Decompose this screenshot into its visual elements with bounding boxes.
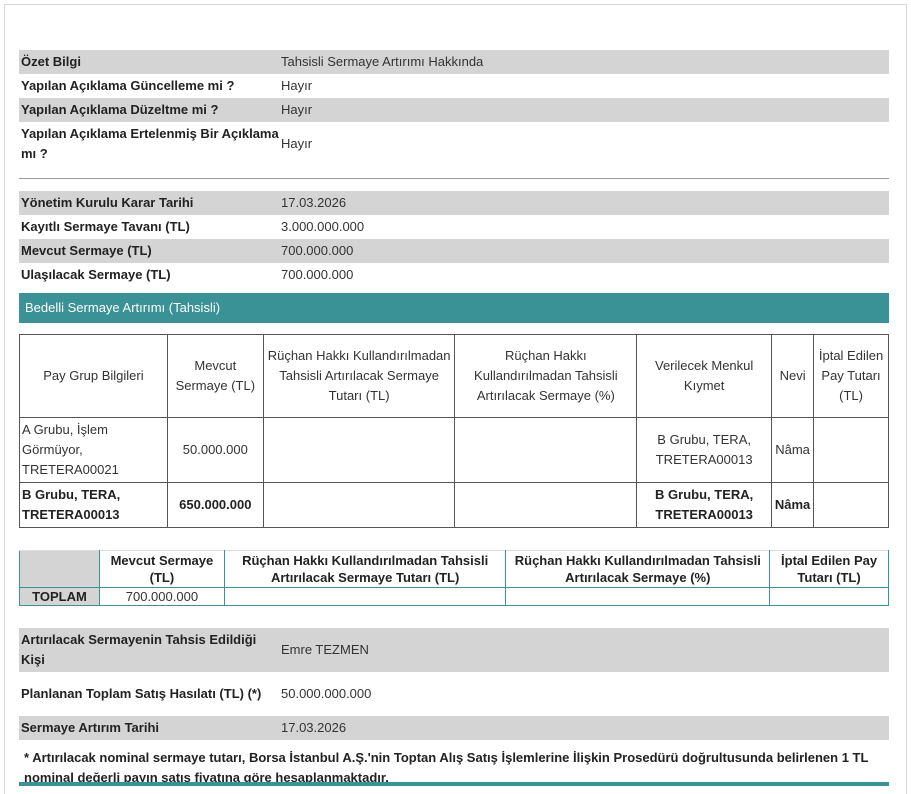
allocated-person-key: Artırılacak Sermayenin Tahsis Edildiği K… bbox=[21, 632, 257, 667]
table-cell bbox=[262, 417, 456, 483]
deferred-value: Hayır bbox=[281, 136, 313, 151]
correction-key: Yapılan Açıklama Düzeltme mi ? bbox=[21, 102, 219, 117]
footnote: * Artırılacak nominal sermaye tutarı, Bo… bbox=[24, 750, 869, 785]
table-cell bbox=[769, 587, 889, 606]
total-header-row: Mevcut Sermaye (TL) Rüçhan Hakkı Kulland… bbox=[19, 550, 889, 588]
target-cap-row: Ulaşılacak Sermaye (TL) 700.000.000 bbox=[19, 263, 889, 287]
target-cap-value: 700.000.000 bbox=[281, 267, 354, 282]
registered-cap-key: Kayıtlı Sermaye Tavanı (TL) bbox=[21, 219, 190, 234]
column-header: Rüçhan Hakkı Kullandırılmadan Tahsisli A… bbox=[223, 550, 507, 588]
planned-revenue-key: Planlanan Toplam Satış Hasılatı (TL) (*) bbox=[21, 686, 262, 701]
table-cell: 700.000.000 bbox=[98, 587, 225, 606]
table-cell: B Grubu, TERA, TRETERA00013 bbox=[636, 482, 773, 528]
table-cell: B Grubu, TERA, TRETERA00013 bbox=[636, 417, 773, 483]
board-date-key: Yönetim Kurulu Karar Tarihi bbox=[21, 195, 194, 210]
column-header: Rüçhan Hakkı Kullandırılmadan Tahsisli A… bbox=[505, 550, 771, 588]
table-cell bbox=[223, 587, 507, 606]
column-header: Mevcut Sermaye (TL) bbox=[98, 550, 225, 588]
table-cell bbox=[813, 417, 889, 483]
total-row: TOPLAM 700.000.000 bbox=[19, 587, 889, 606]
column-header: Rüçhan Hakkı Kullandırılmadan Tahsisli A… bbox=[454, 334, 638, 418]
table-row: A Grubu, İşlem Görmüyor, TRETERA00021 50… bbox=[19, 417, 889, 483]
table-cell bbox=[454, 417, 638, 483]
registered-cap-value: 3.000.000.000 bbox=[281, 219, 365, 234]
table-cell: A Grubu, İşlem Görmüyor, TRETERA00021 bbox=[19, 417, 168, 483]
table-cell bbox=[813, 482, 889, 528]
disclosure-content: Özet Bilgi Tahsisli Sermaye Artırımı Hak… bbox=[19, 50, 889, 788]
update-value: Hayır bbox=[281, 78, 313, 93]
target-cap-key: Ulaşılacak Sermaye (TL) bbox=[21, 267, 171, 282]
table-cell bbox=[454, 482, 638, 528]
summary-value: Tahsisli Sermaye Artırımı Hakkında bbox=[281, 54, 484, 69]
deferred-key: Yapılan Açıklama Ertelenmiş Bir Açıklama… bbox=[21, 126, 279, 161]
increase-date-row: Sermaye Artırım Tarihi 17.03.2026 bbox=[19, 716, 889, 740]
registered-cap-row: Kayıtlı Sermaye Tavanı (TL) 3.000.000.00… bbox=[19, 215, 889, 239]
current-cap-row: Mevcut Sermaye (TL) 700.000.000 bbox=[19, 239, 889, 263]
update-row: Yapılan Açıklama Güncelleme mi ? Hayır bbox=[19, 74, 889, 98]
correction-value: Hayır bbox=[281, 102, 313, 117]
summary-row: Özet Bilgi Tahsisli Sermaye Artırımı Hak… bbox=[19, 50, 889, 74]
column-header: Rüçhan Hakkı Kullandırılmadan Tahsisli A… bbox=[262, 334, 456, 418]
table-cell: 50.000.000 bbox=[166, 417, 264, 483]
column-header bbox=[19, 550, 100, 588]
table-row: B Grubu, TERA, TRETERA00013 650.000.000 … bbox=[19, 482, 889, 528]
planned-revenue-row: Planlanan Toplam Satış Hasılatı (TL) (*)… bbox=[19, 672, 889, 716]
section-header: Bedelli Sermaye Artırımı (Tahsisli) bbox=[19, 293, 889, 323]
column-header: Nevi bbox=[771, 334, 815, 418]
allocated-person-value: Emre TEZMEN bbox=[281, 642, 369, 657]
section-footer-bar bbox=[19, 782, 889, 786]
table-cell bbox=[262, 482, 456, 528]
allocated-person-row: Artırılacak Sermayenin Tahsis Edildiği K… bbox=[19, 628, 889, 672]
update-key: Yapılan Açıklama Güncelleme mi ? bbox=[21, 78, 235, 93]
column-header: İptal Edilen Pay Tutarı (TL) bbox=[813, 334, 889, 418]
table-header-row: Pay Grup Bilgileri Mevcut Sermaye (TL) R… bbox=[19, 334, 889, 418]
share-group-table: Pay Grup Bilgileri Mevcut Sermaye (TL) R… bbox=[19, 334, 889, 528]
column-header: Verilecek Menkul Kıymet bbox=[636, 334, 773, 418]
total-table: Mevcut Sermaye (TL) Rüçhan Hakkı Kulland… bbox=[19, 550, 889, 606]
current-cap-value: 700.000.000 bbox=[281, 243, 354, 258]
board-date-value: 17.03.2026 bbox=[281, 195, 347, 210]
table-cell: Nâma bbox=[771, 482, 815, 528]
increase-date-key: Sermaye Artırım Tarihi bbox=[21, 720, 159, 735]
table-cell: 650.000.000 bbox=[166, 482, 264, 528]
column-header: İptal Edilen Pay Tutarı (TL) bbox=[769, 550, 889, 588]
summary-key: Özet Bilgi bbox=[21, 54, 81, 69]
correction-row: Yapılan Açıklama Düzeltme mi ? Hayır bbox=[19, 98, 889, 122]
board-date-row: Yönetim Kurulu Karar Tarihi 17.03.2026 bbox=[19, 191, 889, 215]
table-cell: B Grubu, TERA, TRETERA00013 bbox=[19, 482, 168, 528]
table-cell: Nâma bbox=[771, 417, 815, 483]
column-header: Pay Grup Bilgileri bbox=[19, 334, 168, 418]
deferred-row: Yapılan Açıklama Ertelenmiş Bir Açıklama… bbox=[19, 122, 889, 166]
divider bbox=[19, 178, 889, 179]
table-cell bbox=[505, 587, 771, 606]
planned-revenue-value: 50.000.000.000 bbox=[281, 686, 372, 701]
increase-date-value: 17.03.2026 bbox=[281, 720, 347, 735]
current-cap-key: Mevcut Sermaye (TL) bbox=[21, 243, 152, 258]
total-label: TOPLAM bbox=[19, 587, 100, 606]
column-header: Mevcut Sermaye (TL) bbox=[166, 334, 264, 418]
